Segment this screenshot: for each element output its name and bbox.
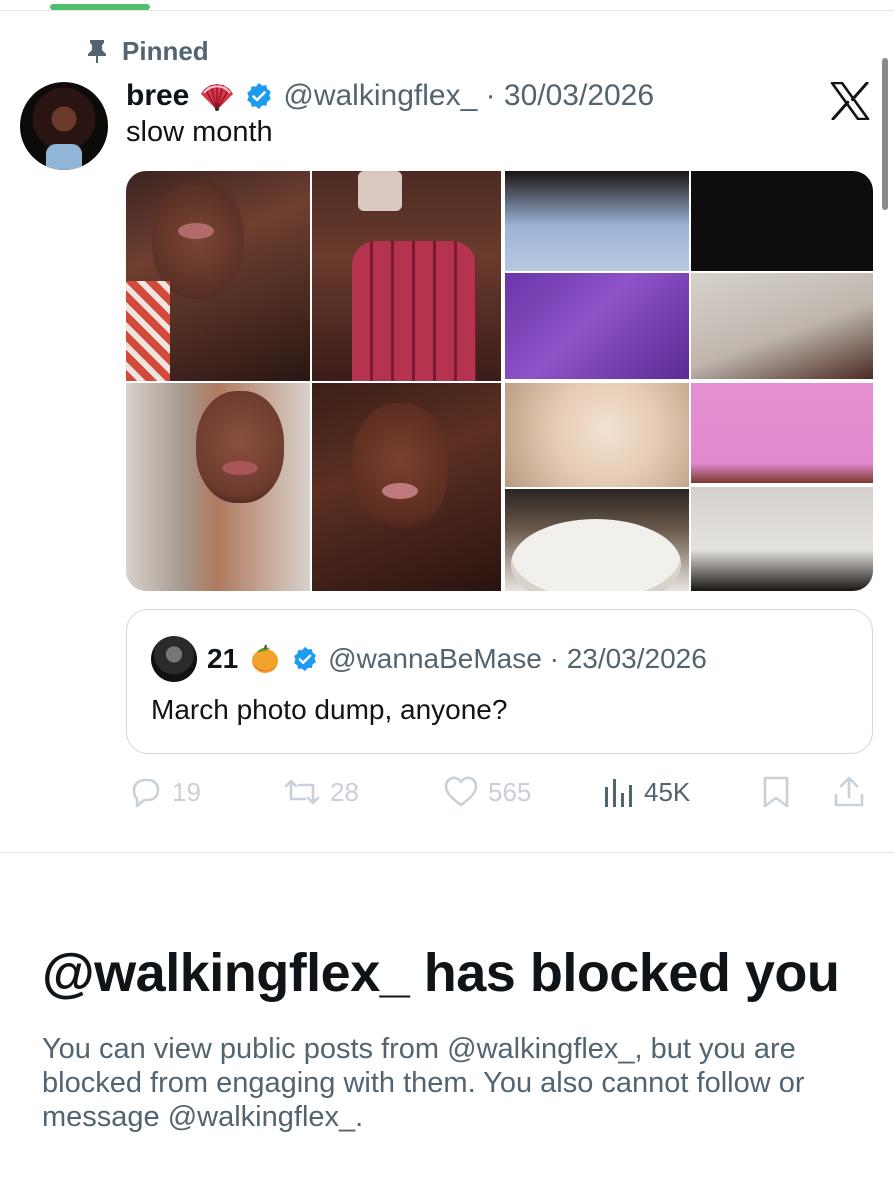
- top-divider: [0, 10, 894, 11]
- share-icon: [834, 776, 864, 807]
- section-divider: [0, 852, 894, 853]
- photo-1[interactable]: [126, 171, 501, 381]
- scrollbar[interactable]: [882, 58, 888, 210]
- photo-3[interactable]: [126, 383, 501, 591]
- like-button[interactable]: 565: [442, 772, 531, 812]
- repost-icon: [284, 779, 320, 805]
- media-grid[interactable]: [126, 171, 873, 591]
- tweet-header: bree @walkingflex_ · 30/03/2026: [126, 76, 654, 116]
- blocked-body: You can view public posts from @walkingf…: [42, 1033, 805, 1133]
- blocked-title: @walkingflex_ has blocked you: [42, 943, 840, 1003]
- verified-icon: [247, 83, 272, 109]
- quote-header: 21 @wannaBeMase · 23/03/2026: [207, 640, 707, 678]
- photo-2[interactable]: [505, 171, 873, 379]
- photo-2-part-c: [505, 273, 689, 379]
- avatar[interactable]: [20, 82, 108, 170]
- tweet-text: slow month: [126, 116, 273, 148]
- reply-icon: [132, 778, 160, 808]
- quote-handle-date[interactable]: @wannaBeMase · 23/03/2026: [328, 643, 707, 675]
- share-button[interactable]: [832, 772, 866, 812]
- views-button[interactable]: 45K: [602, 772, 690, 812]
- reply-count: 19: [172, 776, 201, 807]
- photo-4-part-a: [505, 383, 689, 487]
- pin-icon: [88, 40, 106, 63]
- x-logo-icon: [830, 82, 870, 120]
- photo-3-lips-b: [382, 483, 418, 499]
- views-icon: [605, 779, 632, 807]
- pinned-row: Pinned: [86, 36, 209, 66]
- photo-4-part-d: [691, 487, 873, 591]
- heart-icon: [444, 776, 478, 807]
- pinned-label: Pinned: [122, 35, 209, 66]
- photo-2-part-d: [691, 273, 873, 379]
- views-count: 45K: [644, 776, 691, 807]
- display-name[interactable]: bree: [126, 79, 189, 113]
- photo-2-part-b: [691, 171, 873, 271]
- bookmark-icon: [763, 776, 789, 808]
- avatar-shirt: [46, 144, 82, 170]
- photo-3-face-b: [352, 403, 448, 531]
- fan-icon: [201, 84, 234, 111]
- photo-4-part-b: [691, 383, 873, 483]
- photo-2-part-a: [505, 171, 689, 271]
- photo-1-lips: [178, 223, 214, 239]
- action-bar: 19 28 565 45K: [126, 772, 871, 812]
- photo-1-phone: [358, 171, 402, 211]
- photo-3-lips: [222, 461, 258, 475]
- tab-indicator: [50, 4, 150, 10]
- photo-3-face: [196, 391, 284, 503]
- quote-tweet[interactable]: 21 @wannaBeMase · 23/03/2026 March photo…: [126, 609, 873, 754]
- bookmark-button[interactable]: [760, 772, 792, 812]
- repost-count: 28: [330, 776, 359, 807]
- photo-4[interactable]: [505, 383, 873, 591]
- photo-1-corset: [352, 241, 476, 381]
- photo-1-print: [126, 281, 170, 381]
- verified-icon: [294, 646, 317, 672]
- mango-icon: [252, 644, 279, 673]
- quote-display-name[interactable]: 21: [207, 643, 238, 675]
- like-count: 565: [488, 776, 532, 807]
- quote-avatar[interactable]: [151, 636, 197, 682]
- quote-text: March photo dump, anyone?: [151, 694, 508, 725]
- handle-date[interactable]: @walkingflex_ · 30/03/2026: [283, 79, 654, 113]
- reply-button[interactable]: 19: [128, 772, 201, 812]
- repost-button[interactable]: 28: [282, 772, 359, 812]
